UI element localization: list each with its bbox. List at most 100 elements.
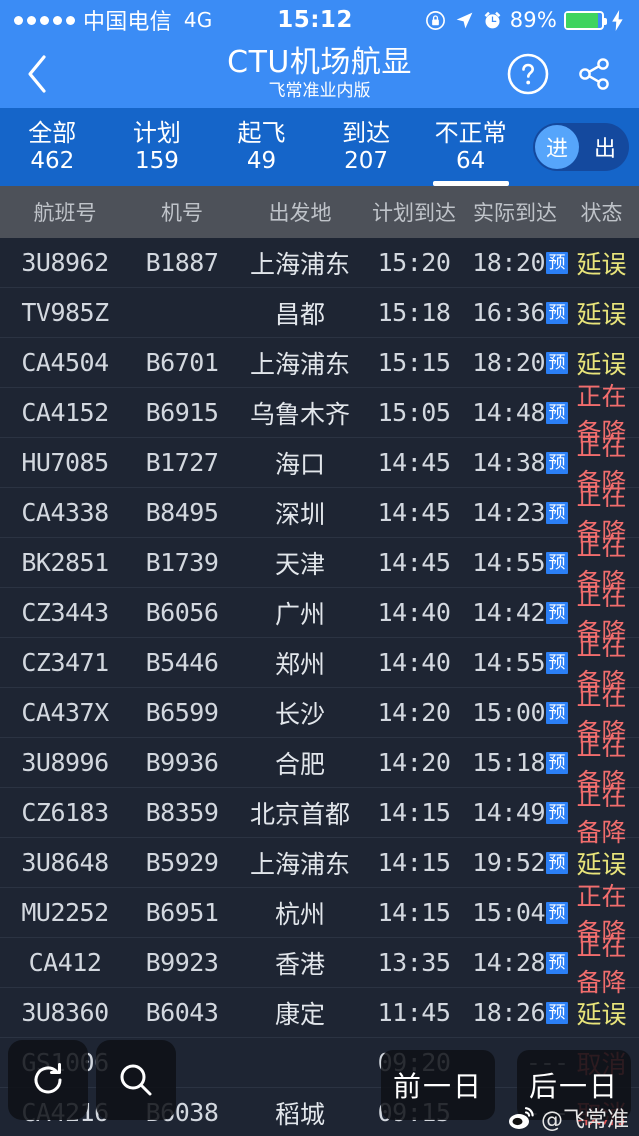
charging-bolt-icon — [611, 9, 625, 31]
alarm-clock-icon — [482, 10, 503, 31]
cell-scheduled-arrival: 14:45 — [377, 498, 451, 527]
table-row[interactable]: BK2851 B1739 天津 14:45 14:55 预正在备降 — [0, 532, 639, 597]
estimated-badge: 预 — [546, 751, 568, 774]
status-badge: 延误 — [576, 349, 627, 379]
status-bar-right: 89% — [424, 8, 625, 32]
cell-registration: B8495 — [145, 498, 219, 527]
cell-actual-arrival: 15:18 预 — [462, 748, 570, 777]
cell-origin: 广州 — [274, 599, 325, 629]
flight-table[interactable]: 3U8962 B1887 上海浦东 15:20 18:20 预延误 TV985Z 昌都 15:1… — [0, 238, 639, 1136]
tab-count: 49 — [246, 148, 277, 174]
direction-toggle[interactable]: 进出 — [532, 123, 629, 171]
estimated-badge: 预 — [546, 901, 568, 924]
actual-arrival-time: 18:26 — [472, 998, 545, 1027]
table-row[interactable]: CA4152 B6915 乌鲁木齐 15:05 14:48 预正在备降 — [0, 382, 639, 447]
tab-1[interactable]: 计划 159 — [105, 108, 210, 186]
tab-2[interactable]: 起飞 49 — [209, 108, 314, 186]
actual-arrival-time: 14:38 — [472, 448, 545, 477]
table-row[interactable]: CA4504 B6701 上海浦东 15:15 18:20 预延误 — [0, 338, 639, 388]
battery-icon — [564, 10, 607, 30]
tab-0[interactable]: 全部 462 — [0, 108, 105, 186]
tab-3[interactable]: 到达 207 — [314, 108, 419, 186]
back-button[interactable] — [0, 40, 74, 108]
table-row[interactable]: CZ3443 B6056 广州 14:40 14:42 预正在备降 — [0, 582, 639, 647]
tab-label: 全部 — [28, 119, 77, 147]
actual-arrival-time: 18:20 — [472, 248, 545, 277]
cell-actual-arrival: 18:20 预 — [462, 248, 570, 277]
prev-day-button[interactable]: 前一日 — [381, 1050, 495, 1120]
estimated-badge: 预 — [546, 701, 568, 724]
signal-dots-icon — [14, 15, 75, 25]
actual-arrival-time: 14:28 — [472, 948, 545, 977]
cell-scheduled-arrival: 15:20 — [377, 248, 451, 277]
table-row[interactable]: 3U8648 B5929 上海浦东 14:15 19:52 预延误 — [0, 838, 639, 888]
cell-registration: B6915 — [145, 398, 219, 427]
cell-actual-arrival: 14:28 预 — [462, 948, 570, 977]
table-row[interactable]: CA412 B9923 香港 13:35 14:28 预正在备降 — [0, 932, 639, 997]
estimated-badge: 预 — [546, 601, 568, 624]
table-row[interactable]: TV985Z 昌都 15:18 16:36 预延误 — [0, 288, 639, 338]
estimated-badge: 预 — [546, 1001, 568, 1024]
cell-registration: B5446 — [145, 648, 219, 677]
actual-arrival-time: 14:49 — [472, 798, 545, 827]
tab-4[interactable]: 不正常 64 — [418, 108, 523, 186]
cell-origin: 北京首都 — [249, 799, 350, 829]
actual-arrival-time: 14:48 — [472, 398, 545, 427]
estimated-badge: 预 — [546, 951, 568, 974]
cell-origin: 合肥 — [274, 749, 325, 779]
table-row[interactable]: 3U8996 B9936 合肥 14:20 15:18 预正在备降 — [0, 732, 639, 797]
table-row[interactable]: CA4338 B8495 深圳 14:45 14:23 预正在备降 — [0, 482, 639, 547]
estimated-badge: 预 — [546, 651, 568, 674]
table-row[interactable]: CZ6183 B8359 北京首都 14:15 14:49 预正在备降 — [0, 782, 639, 847]
cell-origin: 康定 — [274, 999, 325, 1029]
cell-flight-number: 3U8360 — [21, 998, 109, 1027]
actual-arrival-time: 14:55 — [472, 648, 545, 677]
estimated-badge: 预 — [546, 851, 568, 874]
column-header-0: 航班号 — [33, 201, 97, 225]
cell-origin: 稻城 — [274, 1099, 325, 1129]
flight-display-app: 中国电信 4G 15:12 89% CTU机场航显 飞常准业内版 全部 462 … — [0, 0, 639, 1136]
cell-scheduled-arrival: 13:35 — [377, 948, 451, 977]
share-button[interactable] — [565, 45, 623, 103]
cell-flight-number: MU2252 — [21, 898, 109, 927]
cell-actual-arrival: 14:48 预 — [462, 398, 570, 427]
cell-flight-number: 3U8996 — [21, 748, 109, 777]
cell-scheduled-arrival: 14:45 — [377, 548, 451, 577]
cell-registration: B1887 — [145, 248, 219, 277]
cell-actual-arrival: 14:55 预 — [462, 648, 570, 677]
table-column-headers: 航班号 机号 出发地 计划到达 实际到达 状态 — [0, 186, 639, 238]
cell-scheduled-arrival: 14:15 — [377, 898, 451, 927]
status-bar: 中国电信 4G 15:12 89% — [0, 0, 639, 40]
help-button[interactable] — [499, 45, 557, 103]
cell-actual-arrival: 14:38 预 — [462, 448, 570, 477]
status-badge: 延误 — [576, 299, 627, 329]
table-row[interactable]: 3U8962 B1887 上海浦东 15:20 18:20 预延误 — [0, 238, 639, 288]
cell-scheduled-arrival: 14:20 — [377, 698, 451, 727]
estimated-badge: 预 — [546, 551, 568, 574]
search-button[interactable] — [96, 1040, 176, 1120]
toggle-out-label[interactable]: 出 — [581, 131, 629, 163]
status-bar-clock: 15:12 — [277, 7, 353, 33]
estimated-badge: 预 — [546, 351, 568, 374]
cell-actual-arrival: 18:20 预 — [462, 348, 570, 377]
cell-origin: 杭州 — [274, 899, 325, 929]
cell-origin: 天津 — [274, 549, 325, 579]
actual-arrival-time: 14:42 — [472, 598, 545, 627]
tab-label: 计划 — [132, 119, 181, 147]
column-header-4: 实际到达 — [473, 201, 557, 225]
actual-arrival-time: 19:52 — [472, 848, 545, 877]
toggle-in-label[interactable]: 进 — [533, 131, 581, 163]
table-row[interactable]: CA437X B6599 长沙 14:20 15:00 预正在备降 — [0, 682, 639, 747]
cell-actual-arrival: 15:04 预 — [462, 898, 570, 927]
table-row[interactable]: 3U8360 B6043 康定 11:45 18:26 预延误 — [0, 988, 639, 1038]
cell-scheduled-arrival: 11:45 — [377, 998, 451, 1027]
table-row[interactable]: MU2252 B6951 杭州 14:15 15:04 预正在备降 — [0, 882, 639, 947]
actual-arrival-time: 18:20 — [472, 348, 545, 377]
weibo-watermark: @飞常准 — [507, 1102, 629, 1134]
table-row[interactable]: CZ3471 B5446 郑州 14:40 14:55 预正在备降 — [0, 632, 639, 697]
table-row[interactable]: HU7085 B1727 海口 14:45 14:38 预正在备降 — [0, 432, 639, 497]
cell-origin: 长沙 — [274, 699, 325, 729]
cell-flight-number: CZ3471 — [21, 648, 109, 677]
tab-bar: 全部 462 计划 159 起飞 49 到达 207 不正常 64 进出 — [0, 108, 639, 186]
refresh-button[interactable] — [8, 1040, 88, 1120]
